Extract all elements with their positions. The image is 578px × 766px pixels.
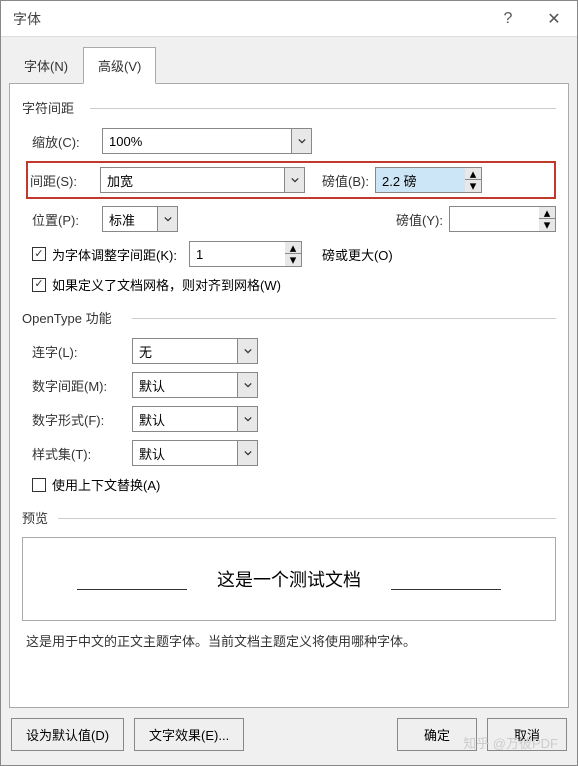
- preview-sample: 这是一个测试文档: [177, 566, 401, 592]
- help-button[interactable]: ?: [485, 1, 531, 37]
- chevron-down-icon: [237, 339, 257, 363]
- tab-strip: 字体(N) 高级(V): [1, 37, 577, 84]
- position-by-value[interactable]: [449, 206, 539, 232]
- ok-button[interactable]: 确定: [397, 718, 477, 751]
- spin-down-icon[interactable]: ▾: [539, 219, 555, 231]
- kerning-value[interactable]: 1: [189, 241, 285, 267]
- chevron-down-icon: [291, 129, 311, 153]
- close-button[interactable]: ✕: [531, 1, 577, 37]
- spacing-by-value[interactable]: 2.2 磅: [375, 167, 465, 193]
- scale-label: 缩放(C):: [32, 132, 102, 151]
- stylistic-value: 默认: [139, 444, 165, 463]
- preview-box: 这是一个测试文档: [22, 537, 556, 621]
- spacing-row-highlighted: 间距(S): 加宽 磅值(B): 2.2 磅 ▴ ▾: [26, 161, 556, 199]
- checkbox-unchecked-icon: [32, 478, 46, 492]
- numforms-combo[interactable]: 默认: [132, 406, 258, 432]
- tab-advanced[interactable]: 高级(V): [83, 47, 156, 84]
- position-combo[interactable]: 标准: [102, 206, 178, 232]
- spinner-buttons[interactable]: ▴ ▾: [539, 206, 556, 232]
- preview-group: 预览 这是一个测试文档 这是用于中文的正文主题字体。当前文档主题定义将使用哪种字…: [22, 508, 556, 650]
- kerning-spinner[interactable]: 1 ▴ ▾: [189, 241, 302, 267]
- snap-grid-checkbox[interactable]: ✓ 如果定义了文档网格，则对齐到网格(W): [32, 275, 556, 294]
- ligatures-combo[interactable]: 无: [132, 338, 258, 364]
- titlebar: 字体 ? ✕: [1, 1, 577, 37]
- stylistic-label: 样式集(T):: [32, 444, 132, 463]
- chevron-down-icon: [237, 441, 257, 465]
- checkbox-checked-icon: ✓: [32, 278, 46, 292]
- cancel-button[interactable]: 取消: [487, 718, 567, 751]
- checkbox-checked-icon: ✓: [32, 247, 46, 261]
- ligatures-value: 无: [139, 342, 152, 361]
- chevron-down-icon: [157, 207, 177, 231]
- dialog-footer: 设为默认值(D) 文字效果(E)... 确定 取消 知乎 @万彼PDF: [1, 708, 577, 765]
- numspacing-label: 数字间距(M):: [32, 376, 132, 395]
- content-area: 字符间距 缩放(C): 100% 间距(S): 加宽 磅值(B): 2.2 磅: [9, 83, 569, 708]
- tab-font[interactable]: 字体(N): [9, 47, 83, 84]
- char-spacing-legend: 字符间距: [22, 98, 556, 117]
- opentype-legend: OpenType 功能: [22, 308, 556, 327]
- scale-combo[interactable]: 100%: [102, 128, 312, 154]
- spacing-by-spinner[interactable]: 2.2 磅 ▴ ▾: [375, 167, 482, 193]
- opentype-group: OpenType 功能 连字(L): 无 数字间距(M): 默认 数字形式(F)…: [22, 308, 556, 494]
- spacing-label: 间距(S):: [30, 171, 100, 190]
- numforms-value: 默认: [139, 410, 165, 429]
- position-label: 位置(P):: [32, 210, 102, 229]
- numspacing-combo[interactable]: 默认: [132, 372, 258, 398]
- font-dialog: 字体 ? ✕ 字体(N) 高级(V) 字符间距 缩放(C): 100% 间距(S…: [0, 0, 578, 766]
- chevron-down-icon: [284, 168, 304, 192]
- contextual-checkbox[interactable]: 使用上下文替换(A): [32, 475, 556, 494]
- window-title: 字体: [13, 9, 485, 29]
- numspacing-value: 默认: [139, 376, 165, 395]
- position-value: 标准: [109, 210, 135, 229]
- spinner-buttons[interactable]: ▴ ▾: [285, 241, 302, 267]
- spacing-value: 加宽: [107, 171, 133, 190]
- snap-grid-label: 如果定义了文档网格，则对齐到网格(W): [52, 275, 281, 294]
- position-by-label: 磅值(Y):: [379, 210, 449, 229]
- kerning-label: 为字体调整字间距(K):: [52, 245, 177, 264]
- spacing-combo[interactable]: 加宽: [100, 167, 305, 193]
- spin-down-icon[interactable]: ▾: [465, 180, 481, 192]
- chevron-down-icon: [237, 407, 257, 431]
- set-default-button[interactable]: 设为默认值(D): [11, 718, 124, 751]
- numforms-label: 数字形式(F):: [32, 410, 132, 429]
- kerning-suffix: 磅或更大(O): [322, 245, 393, 264]
- scale-value: 100%: [109, 134, 142, 149]
- text-effects-button[interactable]: 文字效果(E)...: [134, 718, 244, 751]
- stylistic-combo[interactable]: 默认: [132, 440, 258, 466]
- spin-down-icon[interactable]: ▾: [285, 254, 301, 266]
- spacing-by-label: 磅值(B):: [305, 171, 375, 190]
- preview-desc: 这是用于中文的正文主题字体。当前文档主题定义将使用哪种字体。: [26, 631, 552, 650]
- contextual-label: 使用上下文替换(A): [52, 475, 160, 494]
- chevron-down-icon: [237, 373, 257, 397]
- preview-legend: 预览: [22, 508, 556, 527]
- char-spacing-group: 字符间距 缩放(C): 100% 间距(S): 加宽 磅值(B): 2.2 磅: [22, 98, 556, 294]
- kerning-checkbox[interactable]: ✓ 为字体调整字间距(K): 1 ▴ ▾ 磅或更大(O): [32, 241, 556, 267]
- ligatures-label: 连字(L):: [32, 342, 132, 361]
- position-by-spinner[interactable]: ▴ ▾: [449, 206, 556, 232]
- spinner-buttons[interactable]: ▴ ▾: [465, 167, 482, 193]
